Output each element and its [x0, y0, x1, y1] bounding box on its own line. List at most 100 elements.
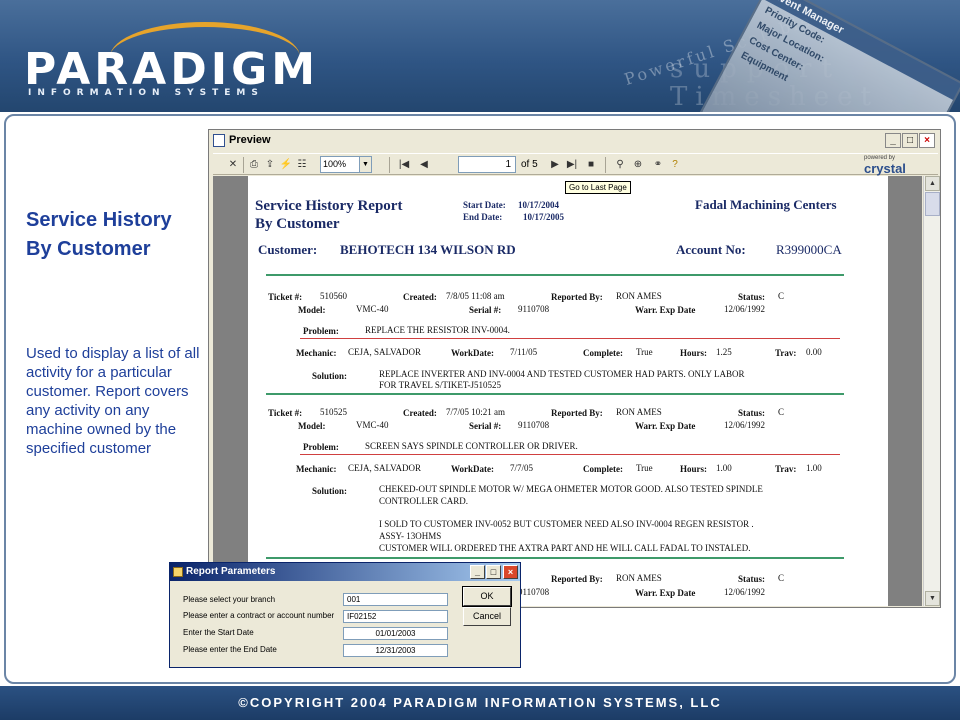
report-page: Service History Report By Customer Start… — [248, 176, 888, 606]
event-manager-graphic: Event Manager Priority Code: Major Locat… — [699, 0, 960, 112]
maximize-button[interactable]: □ — [902, 133, 918, 148]
status-value: C — [778, 291, 785, 301]
model-label: Model: — [298, 305, 326, 315]
scroll-thumb[interactable] — [925, 192, 940, 216]
zoom-value: 100% — [323, 159, 347, 169]
ticket-number: 510560 — [320, 291, 347, 301]
next-page-icon[interactable]: ▶ — [549, 157, 561, 173]
warranty-label: Warr. Exp Date — [635, 588, 696, 598]
cancel-button[interactable]: Cancel — [463, 607, 511, 626]
report-title: Service History Report — [255, 198, 403, 214]
account-number-input[interactable]: IF02152 — [343, 610, 448, 623]
crystal-logo: powered by crystal — [864, 155, 934, 175]
report-canvas[interactable]: Service History Report By Customer Start… — [213, 176, 922, 606]
scroll-up-icon[interactable]: ▲ — [925, 176, 940, 191]
minimize-button[interactable]: _ — [470, 565, 485, 579]
complete-label: Complete: — [583, 348, 623, 358]
workdate-value: 7/7/05 — [510, 463, 534, 473]
search-icon[interactable]: ⚲ — [613, 157, 627, 173]
solution-line: ASSY- 13OHMS — [379, 531, 442, 541]
document-icon — [213, 134, 225, 147]
complete-value: True — [636, 347, 653, 357]
hours-label: Hours: — [680, 464, 707, 474]
customer-label: Customer: — [258, 242, 318, 257]
export-icon[interactable]: ⇪ — [263, 157, 277, 173]
maximize-button[interactable]: □ — [486, 565, 501, 579]
group-tree-icon[interactable]: ☷ — [295, 157, 309, 173]
refresh-icon[interactable]: ⚡ — [279, 157, 293, 173]
hours-value: 1.00 — [716, 463, 732, 473]
hours-value: 1.25 — [716, 347, 732, 357]
divider — [266, 557, 844, 559]
created-label: Created: — [403, 408, 437, 418]
preview-window: Preview _ □ × ✕ ⎙ ⇪ ⚡ ☷ 100% ▼ |◀ ◀ 1 of… — [208, 129, 941, 608]
previous-page-icon[interactable]: ◀ — [418, 157, 430, 173]
solution-line: CHEKED-OUT SPINDLE MOTOR W/ MEGA OHMETER… — [379, 484, 763, 494]
travel-value: 0.00 — [806, 347, 822, 357]
reported-by-value: RON AMES — [616, 407, 662, 417]
last-page-icon[interactable]: ▶| — [565, 157, 579, 173]
report-subtitle: By Customer — [255, 216, 340, 232]
stop-icon[interactable]: ■ — [585, 157, 597, 173]
reported-by-label: Reported By: — [551, 574, 603, 584]
solution-line: CUSTOMER WILL ORDERED THE AXTRA PART AND… — [379, 543, 751, 553]
page-number-input[interactable]: 1 — [458, 156, 516, 173]
slide-description: Used to display a list of all activity f… — [26, 345, 200, 457]
workdate-label: WorkDate: — [451, 464, 494, 474]
first-page-icon[interactable]: |◀ — [398, 157, 410, 173]
mechanic-value: CEJA, SALVADOR — [348, 347, 422, 357]
serial-label: Serial #: — [469, 305, 502, 315]
preview-toolbar: ✕ ⎙ ⇪ ⚡ ☷ 100% ▼ |◀ ◀ 1 of 5 ▶ ▶| ■ ⚲ ⊕ … — [213, 153, 938, 175]
serial-value: 9110708 — [518, 587, 550, 597]
travel-label: Trav: — [775, 464, 797, 474]
problem-value: REPLACE THE RESISTOR INV-0004. — [365, 325, 510, 335]
zoom-icon[interactable]: ⊕ — [631, 157, 645, 173]
end-date-input[interactable]: 12/31/2003 — [343, 644, 448, 657]
serial-label: Serial #: — [469, 421, 502, 431]
reported-by-label: Reported By: — [551, 292, 603, 302]
workdate-label: WorkDate: — [451, 348, 494, 358]
dialog-titlebar[interactable]: Report Parameters _ □ × — [170, 563, 520, 581]
solution-label: Solution: — [312, 371, 348, 381]
print-icon[interactable]: ⎙ — [247, 157, 261, 173]
branch-input[interactable]: 001 — [343, 593, 448, 606]
account-value: R399000CA — [776, 242, 842, 257]
minimize-button[interactable]: _ — [885, 133, 901, 148]
scroll-down-icon[interactable]: ▼ — [925, 591, 940, 606]
page-count: of 5 — [521, 159, 538, 170]
toolbar-tooltip: Go to Last Page — [565, 181, 631, 194]
start-date-value: 10/17/2004 — [518, 200, 560, 210]
model-label: Model: — [298, 421, 326, 431]
workdate-value: 7/11/05 — [510, 347, 538, 357]
close-button[interactable]: × — [919, 133, 935, 148]
solution-line: CONTROLLER CARD. — [379, 496, 469, 506]
help-icon[interactable]: ? — [669, 157, 681, 173]
ok-button[interactable]: OK — [462, 586, 512, 607]
solution-label: Solution: — [312, 486, 348, 496]
status-value: C — [778, 573, 785, 583]
divider — [300, 454, 840, 455]
preview-titlebar[interactable]: Preview _ □ × — [209, 130, 940, 152]
ticket-number: 510525 — [320, 407, 347, 417]
start-date-input[interactable]: 01/01/2003 — [343, 627, 448, 640]
crystal-brand: crystal — [864, 161, 906, 176]
serial-value: 9110708 — [518, 420, 550, 430]
divider — [300, 338, 840, 339]
close-button[interactable]: × — [503, 565, 518, 579]
start-date-param-label: Enter the Start Date — [183, 628, 254, 637]
zoom-select[interactable]: 100% ▼ — [320, 156, 372, 173]
footer-bar: ©COPYRIGHT 2004 PARADIGM INFORMATION SYS… — [0, 686, 960, 720]
solution-line: FOR TRAVEL S/TIKET-J510525 — [379, 380, 502, 390]
problem-label: Problem: — [303, 442, 339, 452]
mechanic-label: Mechanic: — [296, 348, 337, 358]
created-value: 7/7/05 10:21 am — [446, 407, 505, 417]
copyright-text: ©COPYRIGHT 2004 PARADIGM INFORMATION SYS… — [238, 695, 722, 710]
start-date-label: Start Date: — [463, 200, 506, 210]
chevron-down-icon[interactable]: ▼ — [359, 157, 371, 172]
find-icon[interactable]: ⚭ — [651, 157, 665, 173]
account-number-label: Please enter a contract or account numbe… — [183, 611, 335, 620]
model-value: VMC-40 — [356, 304, 389, 314]
vertical-scrollbar[interactable]: ▲ ▼ — [923, 176, 940, 606]
close-view-icon[interactable]: ✕ — [227, 157, 239, 173]
created-label: Created: — [403, 292, 437, 302]
